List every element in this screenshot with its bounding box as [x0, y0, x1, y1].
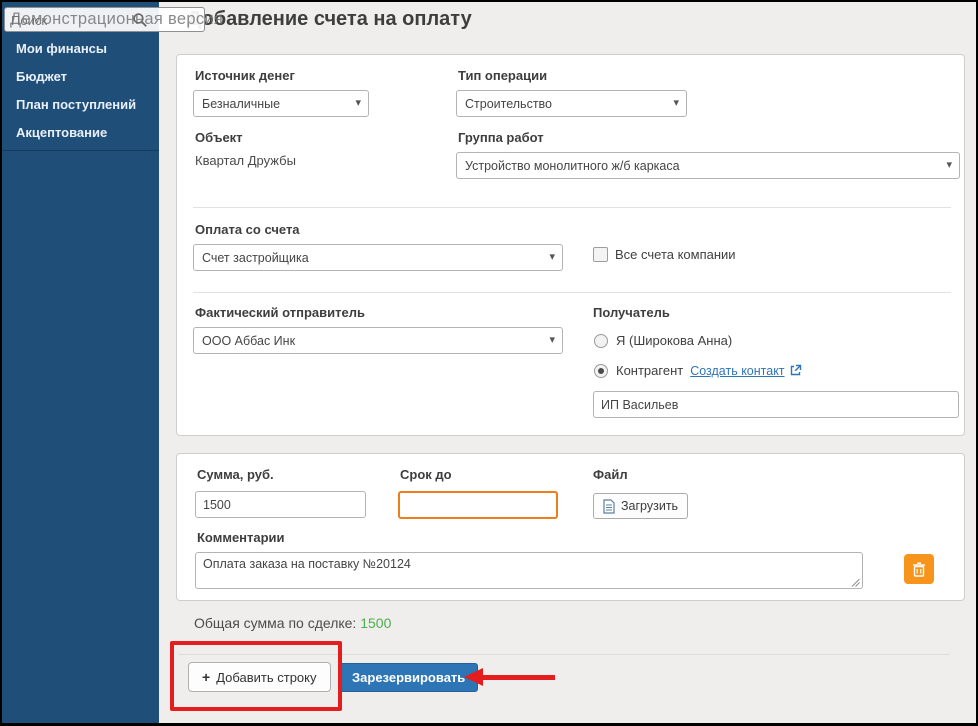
object-label: Объект	[195, 130, 243, 145]
comments-textarea[interactable]: Оплата заказа на поставку №20124	[195, 552, 863, 589]
chevron-down-icon: ▾	[355, 96, 361, 109]
chevron-down-icon: ▾	[549, 250, 555, 263]
invoice-details-card: Источник денег Безналичные ▾ Тип операци…	[176, 54, 965, 436]
sidebar-item-income-plan[interactable]: План поступлений	[16, 97, 156, 112]
file-label: Файл	[593, 467, 628, 482]
radio-icon[interactable]	[594, 334, 608, 348]
work-group-label: Группа работ	[458, 130, 544, 145]
upload-file-label: Загрузить	[621, 499, 678, 513]
create-contact-link[interactable]: Создать контакт	[690, 364, 784, 378]
search-icon[interactable]	[132, 12, 148, 28]
amount-label: Сумма, руб.	[197, 467, 274, 482]
pay-from-account-label: Оплата со счета	[195, 222, 300, 237]
comments-label: Комментарии	[197, 530, 285, 545]
deal-total-value: 1500	[360, 615, 391, 631]
sidebar-item-my-finances[interactable]: Мои финансы	[16, 41, 156, 56]
chevron-down-icon: ▾	[549, 333, 555, 346]
recipient-contractor-label: Контрагент	[616, 363, 683, 378]
trash-icon	[912, 562, 926, 577]
search-box[interactable]	[4, 7, 205, 32]
source-of-money-label: Источник денег	[195, 68, 295, 83]
actual-sender-select[interactable]: ООО Аббас Инк ▾	[193, 327, 563, 354]
footer-divider	[178, 654, 950, 655]
actual-sender-label: Фактический отправитель	[195, 305, 365, 320]
operation-type-select[interactable]: Строительство ▾	[456, 90, 687, 117]
sidebar-item-budget[interactable]: Бюджет	[16, 69, 156, 84]
object-value: Квартал Дружбы	[195, 153, 296, 168]
source-of-money-value: Безналичные	[202, 97, 280, 111]
recipient-me-radio[interactable]: Я (Широкова Анна)	[594, 333, 732, 348]
upload-file-button[interactable]: Загрузить	[593, 493, 688, 519]
work-group-value: Устройство монолитного ж/б каркаса	[465, 159, 680, 173]
page-title: Добавление счета на оплату	[187, 8, 472, 31]
section-divider	[193, 292, 951, 293]
all-company-accounts-checkbox[interactable]: Все счета компании	[593, 247, 736, 262]
annotation-arrow	[482, 675, 555, 680]
add-row-button[interactable]: + Добавить строку	[188, 662, 331, 692]
sidebar-divider	[2, 150, 159, 151]
sidebar-item-acceptance[interactable]: Акцептование	[16, 125, 156, 140]
payment-line-card: Сумма, руб. Срок до Файл Загрузить Комме…	[176, 453, 965, 601]
operation-type-value: Строительство	[465, 97, 552, 111]
due-date-label: Срок до	[400, 467, 452, 482]
operation-type-label: Тип операции	[458, 68, 547, 83]
actual-sender-value: ООО Аббас Инк	[202, 334, 295, 348]
app-content: Мои финансы Бюджет План поступлений Акце…	[2, 2, 976, 723]
section-divider	[193, 207, 951, 208]
pay-from-account-value: Счет застройщика	[202, 251, 309, 265]
checkbox-icon[interactable]	[593, 247, 608, 262]
chevron-down-icon: ▾	[673, 96, 679, 109]
source-of-money-select[interactable]: Безналичные ▾	[193, 90, 369, 117]
search-input[interactable]	[9, 10, 131, 31]
all-company-accounts-label: Все счета компании	[615, 247, 736, 262]
plus-icon: +	[202, 669, 210, 685]
app-window: Мои финансы Бюджет План поступлений Акце…	[0, 0, 978, 726]
recipient-contractor-radio[interactable]: Контрагент Создать контакт	[594, 363, 802, 378]
reserve-button[interactable]: Зарезервировать	[339, 663, 478, 692]
sidebar: Мои финансы Бюджет План поступлений Акце…	[2, 2, 159, 723]
work-group-select[interactable]: Устройство монолитного ж/б каркаса ▾	[456, 152, 960, 179]
radio-selected-icon[interactable]	[594, 364, 608, 378]
delete-line-button[interactable]	[904, 554, 934, 584]
contractor-name-input[interactable]	[593, 391, 959, 418]
chevron-down-icon: ▾	[946, 158, 952, 171]
amount-input[interactable]	[195, 491, 366, 518]
document-icon	[603, 499, 615, 514]
add-row-label: Добавить строку	[216, 670, 316, 685]
deal-total: Общая сумма по сделке: 1500	[194, 615, 391, 631]
recipient-me-label: Я (Широкова Анна)	[616, 333, 732, 348]
deal-total-label: Общая сумма по сделке:	[194, 615, 356, 631]
due-date-input[interactable]	[398, 491, 558, 519]
external-link-icon[interactable]	[789, 364, 802, 377]
recipient-label: Получатель	[593, 305, 670, 320]
pay-from-account-select[interactable]: Счет застройщика ▾	[193, 244, 563, 271]
